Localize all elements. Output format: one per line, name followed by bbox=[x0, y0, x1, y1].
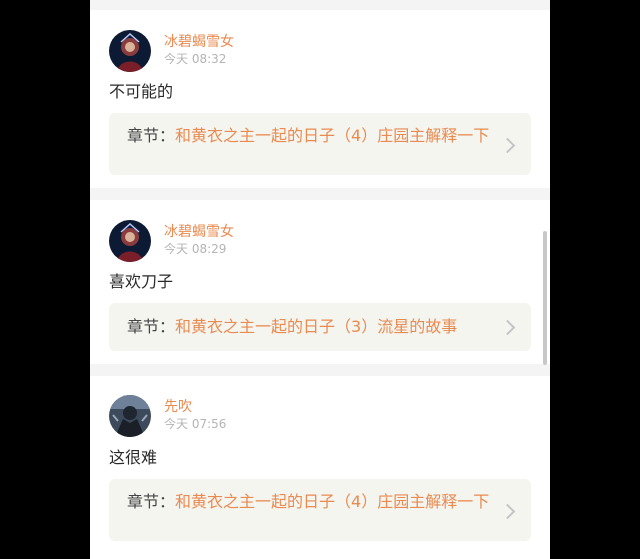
chevron-right-icon bbox=[499, 503, 516, 520]
scrollbar[interactable] bbox=[543, 231, 547, 365]
comment-username[interactable]: 冰碧蝎雪女 bbox=[164, 34, 234, 50]
avatar[interactable] bbox=[109, 30, 151, 72]
chapter-text: 章节：和黄衣之主一起的日子（4）庄园主解释一下 bbox=[127, 124, 497, 147]
comment-username[interactable]: 冰碧蝎雪女 bbox=[164, 224, 234, 240]
avatar[interactable] bbox=[109, 395, 151, 437]
chapter-text: 章节：和黄衣之主一起的日子（4）庄园主解释一下 bbox=[127, 490, 497, 513]
comment-content: 喜欢刀子 bbox=[109, 272, 174, 291]
chapter-text: 章节：和黄衣之主一起的日子（3）流星的故事 bbox=[127, 315, 497, 338]
avatar[interactable] bbox=[109, 220, 151, 262]
comment-time: 今天 08:29 bbox=[164, 242, 227, 256]
chapter-prefix: 章节： bbox=[127, 126, 176, 145]
comment-username[interactable]: 先吹 bbox=[164, 399, 192, 415]
comment-content: 不可能的 bbox=[109, 82, 174, 101]
chapter-title: 和黄衣之主一起的日子（4）庄园主解释一下 bbox=[175, 492, 490, 511]
comment-card: 冰碧蝎雪女 今天 08:32 不可能的 章节：和黄衣之主一起的日子（4）庄园主解… bbox=[90, 10, 550, 188]
chapter-title: 和黄衣之主一起的日子（3）流星的故事 bbox=[175, 317, 458, 336]
comment-card: 冰碧蝎雪女 今天 08:29 喜欢刀子 章节：和黄衣之主一起的日子（3）流星的故… bbox=[90, 200, 550, 364]
chapter-prefix: 章节： bbox=[127, 492, 176, 511]
chapter-link[interactable]: 章节：和黄衣之主一起的日子（4）庄园主解释一下 bbox=[109, 479, 531, 541]
chapter-link[interactable]: 章节：和黄衣之主一起的日子（4）庄园主解释一下 bbox=[109, 113, 531, 175]
comment-time: 今天 08:32 bbox=[164, 52, 227, 66]
chapter-prefix: 章节： bbox=[127, 317, 176, 336]
comment-list-screen: 冰碧蝎雪女 今天 08:32 不可能的 章节：和黄衣之主一起的日子（4）庄园主解… bbox=[90, 0, 550, 559]
comment-content: 这很难 bbox=[109, 448, 158, 467]
chapter-title: 和黄衣之主一起的日子（4）庄园主解释一下 bbox=[175, 126, 490, 145]
chapter-link[interactable]: 章节：和黄衣之主一起的日子（3）流星的故事 bbox=[109, 303, 531, 351]
comment-time: 今天 07:56 bbox=[164, 417, 227, 431]
comment-card: 先吹 今天 07:56 这很难 章节：和黄衣之主一起的日子（4）庄园主解释一下 bbox=[90, 376, 550, 559]
chevron-right-icon bbox=[499, 137, 516, 154]
chevron-right-icon bbox=[499, 319, 516, 336]
